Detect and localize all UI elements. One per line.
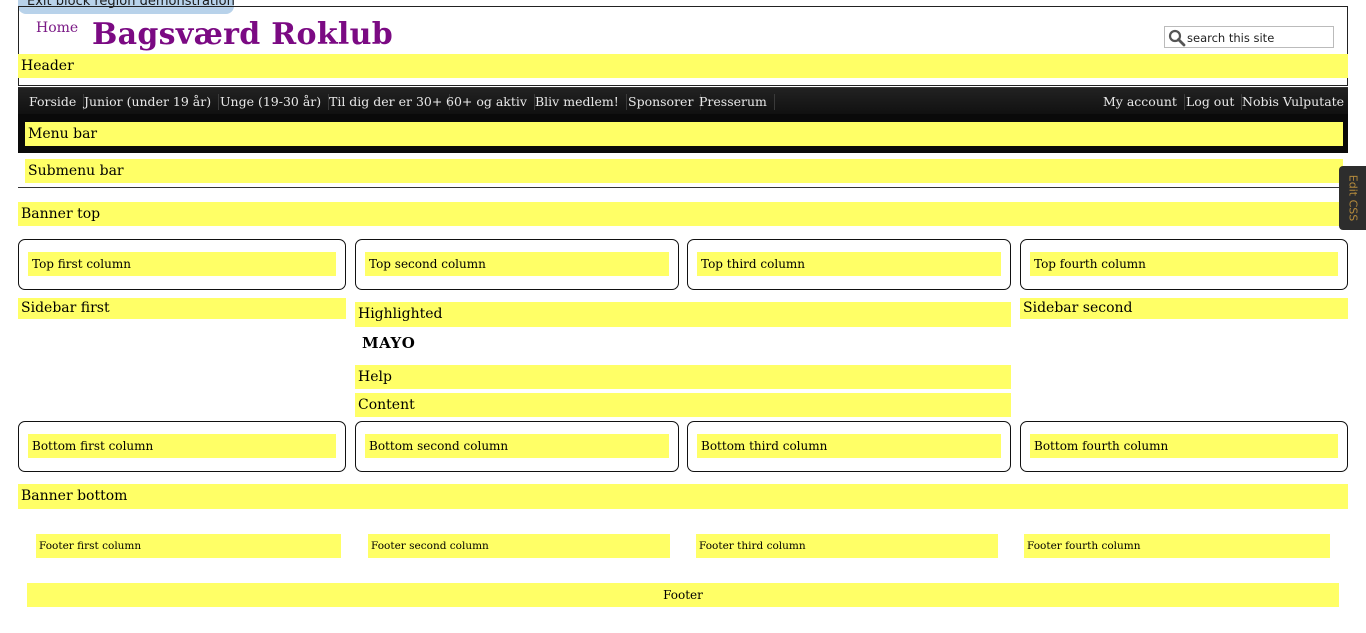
footer-second-column: Footer second column bbox=[368, 534, 670, 558]
nav-item-forside[interactable]: Forside bbox=[22, 94, 85, 110]
nav-item-unge[interactable]: Unge (19-30 år) bbox=[213, 94, 330, 110]
bottom-fourth-column-label: Bottom fourth column bbox=[1030, 434, 1338, 458]
home-link[interactable]: Home bbox=[36, 20, 78, 36]
nav-item-presserum[interactable]: Presserum bbox=[692, 94, 775, 110]
top-fourth-column-label: Top fourth column bbox=[1030, 252, 1338, 276]
nav-item-my-account[interactable]: My account bbox=[1096, 94, 1185, 110]
help-region: Help bbox=[355, 365, 1011, 389]
bottom-second-column: Bottom second column bbox=[355, 421, 679, 472]
top-fourth-column: Top fourth column bbox=[1020, 239, 1348, 290]
submenu-bar-region: Submenu bar bbox=[25, 159, 1343, 183]
footer-third-column: Footer third column bbox=[696, 534, 998, 558]
nav-item-user-name[interactable]: Nobis Vulputate bbox=[1235, 94, 1351, 110]
divider bbox=[18, 187, 1348, 188]
footer-fourth-column: Footer fourth column bbox=[1024, 534, 1330, 558]
nav-item-sponsorer[interactable]: Sponsorer bbox=[621, 94, 702, 110]
highlighted-region: Highlighted bbox=[355, 302, 1011, 327]
bottom-first-column: Bottom first column bbox=[18, 421, 346, 472]
search-icon[interactable] bbox=[1168, 29, 1186, 47]
top-first-column: Top first column bbox=[18, 239, 346, 290]
page-title: MAYO bbox=[362, 334, 416, 352]
site-name[interactable]: Bagsværd Roklub bbox=[92, 17, 393, 52]
top-first-column-label: Top first column bbox=[28, 252, 336, 276]
sidebar-first-region: Sidebar first bbox=[18, 298, 346, 319]
bottom-fourth-column: Bottom fourth column bbox=[1020, 421, 1348, 472]
footer-first-column: Footer first column bbox=[36, 534, 341, 558]
bottom-third-column-label: Bottom third column bbox=[697, 434, 1001, 458]
nav-item-log-out[interactable]: Log out bbox=[1179, 94, 1243, 110]
top-second-column-label: Top second column bbox=[365, 252, 669, 276]
nav-item-junior[interactable]: Junior (under 19 år) bbox=[77, 94, 220, 110]
bottom-first-column-label: Bottom first column bbox=[28, 434, 336, 458]
sidebar-second-region: Sidebar second bbox=[1020, 298, 1348, 319]
banner-bottom-region: Banner bottom bbox=[18, 484, 1348, 509]
top-second-column: Top second column bbox=[355, 239, 679, 290]
content-region: Content bbox=[355, 393, 1011, 417]
nav-item-30plus[interactable]: Til dig der er 30+ bbox=[322, 94, 451, 110]
footer-region: Footer bbox=[27, 583, 1339, 607]
bottom-second-column-label: Bottom second column bbox=[365, 434, 669, 458]
banner-top-region: Banner top bbox=[18, 202, 1348, 226]
menu-bar-region: Menu bar bbox=[25, 122, 1343, 146]
bottom-third-column: Bottom third column bbox=[687, 421, 1011, 472]
nav-item-60plus[interactable]: 60+ og aktiv bbox=[439, 94, 535, 110]
nav-item-bliv-medlem[interactable]: Bliv medlem! bbox=[528, 94, 627, 110]
top-third-column-label: Top third column bbox=[697, 252, 1001, 276]
edit-css-label: Edit CSS bbox=[1346, 174, 1359, 222]
search-input[interactable] bbox=[1187, 28, 1331, 47]
edit-css-tab[interactable]: Edit CSS bbox=[1339, 166, 1366, 230]
top-third-column: Top third column bbox=[687, 239, 1011, 290]
header-region: Header bbox=[18, 54, 1348, 78]
